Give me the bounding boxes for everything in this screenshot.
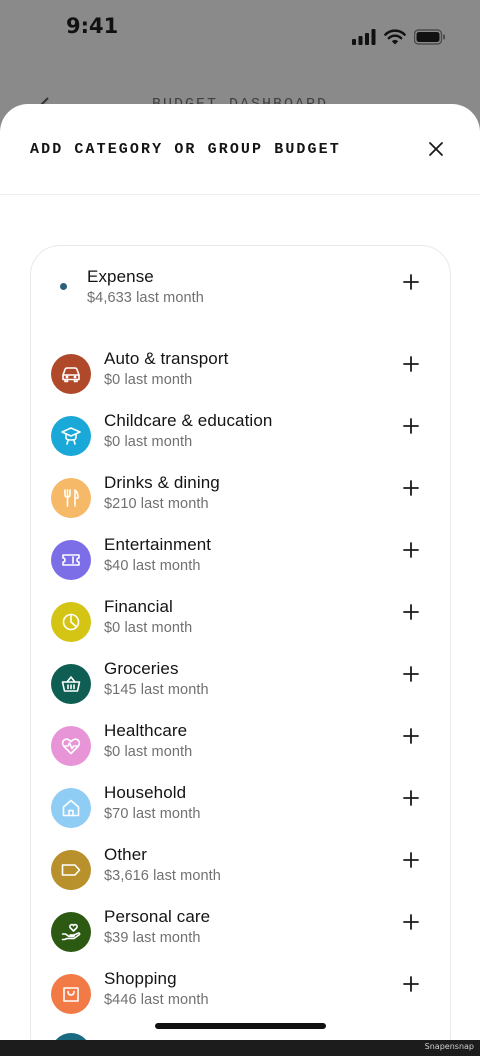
category-last-month: $0 last month <box>104 372 193 388</box>
plus-icon <box>403 356 419 372</box>
watermark: Snapensnap <box>424 1042 474 1051</box>
group-dot <box>60 283 67 290</box>
category-last-month: $0 last month <box>104 620 193 636</box>
add-category-button[interactable] <box>399 600 423 624</box>
status-icons <box>352 29 446 45</box>
battery-icon <box>414 29 445 45</box>
pie-chart-icon <box>62 613 80 631</box>
category-name: Groceries <box>104 659 179 678</box>
graduation-cap-icon <box>61 427 81 445</box>
add-category-button[interactable] <box>399 972 423 996</box>
add-category-button[interactable] <box>399 786 423 810</box>
category-last-month: $446 last month <box>104 992 209 1008</box>
group-last-month: $4,633 last month <box>87 290 204 306</box>
category-row-auto-transport[interactable]: Auto & transport $0 last month <box>31 348 452 404</box>
category-icon-badge <box>51 974 91 1014</box>
sheet-title: ADD CATEGORY OR GROUP BUDGET <box>30 140 341 158</box>
category-row-groceries[interactable]: Groceries $145 last month <box>31 658 452 714</box>
category-name: Healthcare <box>104 721 188 740</box>
category-icon-badge <box>51 788 91 828</box>
category-last-month: $39 last month <box>104 930 201 946</box>
add-category-button[interactable] <box>399 538 423 562</box>
add-group-button[interactable] <box>399 270 423 294</box>
add-category-button[interactable] <box>399 352 423 376</box>
car-icon <box>62 367 80 383</box>
plus-icon <box>403 914 419 930</box>
plus-icon <box>403 542 419 558</box>
tag-icon <box>61 864 81 876</box>
plus-icon <box>403 852 419 868</box>
category-name: Auto & transport <box>104 349 229 368</box>
category-row-healthcare[interactable]: Healthcare $0 last month <box>31 720 452 776</box>
category-row-entertainment[interactable]: Entertainment $40 last month <box>31 534 452 590</box>
plus-icon <box>403 604 419 620</box>
category-row-household[interactable]: Household $70 last month <box>31 782 452 838</box>
category-icon-badge <box>51 912 91 952</box>
category-list-card: Expense $4,633 last month Auto & transpo… <box>30 245 451 1040</box>
group-name: Expense <box>87 267 154 286</box>
hand-heart-icon <box>61 923 81 941</box>
category-row-financial[interactable]: Financial $0 last month <box>31 596 452 652</box>
house-icon <box>62 799 80 817</box>
home-indicator[interactable] <box>155 1023 326 1029</box>
plus-icon <box>403 728 419 744</box>
category-name: Other <box>104 845 148 864</box>
plus-icon <box>403 480 419 496</box>
add-category-button[interactable] <box>399 414 423 438</box>
shopping-bag-icon <box>63 987 79 1002</box>
category-name: Financial <box>104 597 173 616</box>
add-category-button[interactable] <box>399 476 423 500</box>
plus-icon <box>403 790 419 806</box>
bottom-strip: Snapensnap <box>0 1040 480 1056</box>
category-icon-badge <box>51 602 91 642</box>
add-category-button[interactable] <box>399 662 423 686</box>
category-row-shopping[interactable]: Shopping $446 last month <box>31 968 452 1024</box>
close-button[interactable] <box>422 135 450 163</box>
signal-icon <box>352 29 376 45</box>
category-icon-badge <box>51 478 91 518</box>
category-icon-badge <box>51 726 91 766</box>
status-time: 9:41 <box>66 14 119 38</box>
category-name: Entertainment <box>104 535 212 554</box>
add-category-button[interactable] <box>399 724 423 748</box>
category-icon-badge <box>51 416 91 456</box>
category-last-month: $210 last month <box>104 496 209 512</box>
category-last-month: $145 last month <box>104 682 209 698</box>
group-row-expense[interactable]: Expense $4,633 last month <box>31 266 452 322</box>
ticket-icon <box>62 554 80 566</box>
close-icon <box>429 142 443 156</box>
add-category-button[interactable] <box>399 848 423 872</box>
wifi-icon <box>384 29 406 45</box>
category-last-month: $0 last month <box>104 434 193 450</box>
sheet-header: ADD CATEGORY OR GROUP BUDGET <box>0 104 480 195</box>
plus-icon <box>403 976 419 992</box>
category-name: Household <box>104 783 187 802</box>
category-row-personal-care[interactable]: Personal care $39 last month <box>31 906 452 962</box>
category-icon-badge <box>51 850 91 890</box>
category-icon-badge <box>51 354 91 394</box>
plus-icon <box>403 418 419 434</box>
category-name: Drinks & dining <box>104 473 220 492</box>
status-bar: 9:41 <box>0 0 480 60</box>
category-row-childcare-education[interactable]: Childcare & education $0 last month <box>31 410 452 466</box>
plus-icon <box>403 274 419 290</box>
category-icon-badge <box>51 540 91 580</box>
category-name: Shopping <box>104 969 177 988</box>
heartbeat-icon <box>61 738 81 755</box>
fork-knife-icon <box>64 489 79 507</box>
category-icon-badge <box>51 664 91 704</box>
category-row-drinks-dining[interactable]: Drinks & dining $210 last month <box>31 472 452 528</box>
category-name: Childcare & education <box>104 411 273 430</box>
add-category-button[interactable] <box>399 910 423 934</box>
basket-icon <box>61 676 81 692</box>
category-last-month: $70 last month <box>104 806 201 822</box>
category-last-month: $40 last month <box>104 558 201 574</box>
category-last-month: $3,616 last month <box>104 868 221 884</box>
category-name: Personal care <box>104 907 211 926</box>
plus-icon <box>403 666 419 682</box>
partially-visible-category-icon <box>51 1033 91 1040</box>
add-budget-sheet: ADD CATEGORY OR GROUP BUDGET Expense $4,… <box>0 104 480 1040</box>
category-last-month: $0 last month <box>104 744 193 760</box>
category-row-other[interactable]: Other $3,616 last month <box>31 844 452 900</box>
